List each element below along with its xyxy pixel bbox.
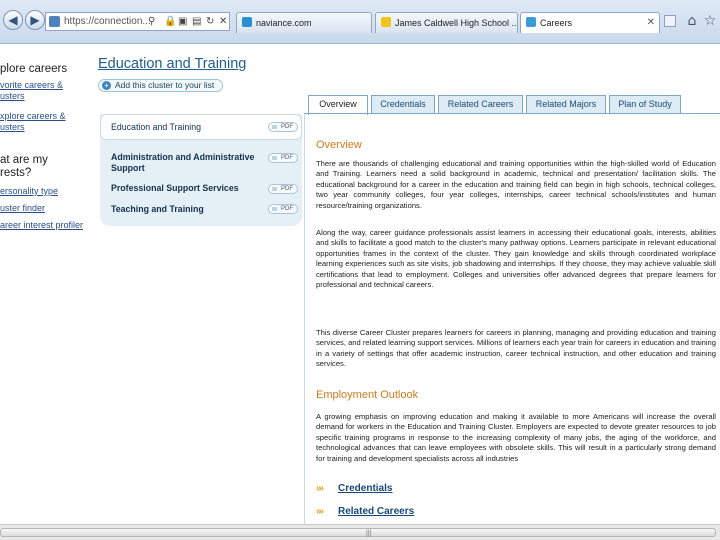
pathway-teaching-training[interactable]: Teaching and Training xyxy=(111,204,261,215)
search-icon[interactable]: ⚲ xyxy=(148,13,155,30)
explore-clusters-link[interactable]: xplore careers & usters xyxy=(0,111,66,133)
overview-paragraph-1: There are thousands of challenging educa… xyxy=(316,159,716,210)
add-cluster-button[interactable]: + Add this cluster to your list xyxy=(98,79,224,92)
naviance-favicon-icon xyxy=(242,17,252,27)
pathway-professional-support[interactable]: Professional Support Services xyxy=(111,183,261,194)
back-icon[interactable]: ◀ xyxy=(3,10,23,30)
browser-tab-school[interactable]: James Caldwell High School ... xyxy=(375,12,518,33)
lock-icon: 🔒 xyxy=(164,16,177,27)
browser-tab-label: Careers xyxy=(540,18,573,28)
favorites-star-icon[interactable]: ☆ xyxy=(702,13,718,29)
employment-outlook-paragraph: A growing emphasis on improving educatio… xyxy=(316,412,716,463)
address-text: https://connection... xyxy=(64,16,151,27)
overview-paragraph-2: Along the way, career guidance professio… xyxy=(316,228,716,290)
scrollbar-grip-icon: ||| xyxy=(366,530,372,537)
cluster-title: Education and Training xyxy=(98,56,247,72)
add-icon: + xyxy=(102,81,111,90)
browser-chrome: ◀ ▶ https://connection... ⚲ 🔒 ▣ ▤ ↻ ✕ na… xyxy=(0,0,720,44)
add-cluster-label: Add this cluster to your list xyxy=(115,80,215,90)
overview-heading: Overview xyxy=(316,139,362,151)
browser-tab-label: naviance.com xyxy=(256,18,312,28)
related-careers-link[interactable]: »» Related Careers xyxy=(316,506,414,518)
pdf-button[interactable]: PDF xyxy=(268,204,298,214)
interests-heading-line2: rests? xyxy=(0,167,32,179)
pdf-button[interactable]: PDF xyxy=(268,184,298,194)
related-careers-link-label: Related Careers xyxy=(338,506,415,517)
pathway-administration-support[interactable]: Administration and Administrative Suppor… xyxy=(111,152,261,174)
forward-icon[interactable]: ▶ xyxy=(25,10,45,30)
browser-tab-careers[interactable]: Careers ✕ xyxy=(520,12,660,33)
compatibility-icon[interactable]: ▤ xyxy=(192,13,201,30)
tab-overview[interactable]: Overview xyxy=(308,95,368,115)
page-icon xyxy=(49,16,60,27)
content-tab-bar: Overview Credentials Related Careers Rel… xyxy=(308,95,720,115)
tab-credentials[interactable]: Credentials xyxy=(371,95,435,114)
cluster-finder-link[interactable]: uster finder xyxy=(0,203,45,214)
tab-related-majors[interactable]: Related Majors xyxy=(526,95,606,114)
tab-related-careers[interactable]: Related Careers xyxy=(438,95,523,114)
credentials-link[interactable]: »» Credentials xyxy=(316,483,392,495)
refresh-icon[interactable]: ↻ xyxy=(206,13,214,30)
scrollbar-thumb[interactable]: ||| xyxy=(0,528,716,537)
career-interest-profiler-link[interactable]: areer interest profiler xyxy=(0,220,83,231)
pathway-education-training[interactable]: Education and Training xyxy=(111,122,261,133)
link-line: usters xyxy=(0,122,25,132)
link-line: xplore careers & xyxy=(0,111,66,121)
careers-favicon-icon xyxy=(526,17,536,27)
close-tab-icon[interactable]: ✕ xyxy=(647,13,655,33)
browser-tab-naviance[interactable]: naviance.com xyxy=(236,12,372,33)
address-bar[interactable]: https://connection... ⚲ 🔒 ▣ ▤ ↻ ✕ xyxy=(45,12,230,31)
certificate-icon[interactable]: ▣ xyxy=(178,13,187,30)
overview-paragraph-3: This diverse Career Cluster prepares lea… xyxy=(316,328,716,369)
employment-outlook-heading: Employment Outlook xyxy=(316,389,419,401)
school-favicon-icon xyxy=(381,17,391,27)
horizontal-scrollbar[interactable]: ||| xyxy=(0,524,720,540)
home-icon[interactable]: ⌂ xyxy=(684,13,700,29)
explore-careers-heading: plore careers xyxy=(0,63,68,75)
pathway-list: Education and Training PDF Administratio… xyxy=(100,114,302,226)
new-tab-icon[interactable] xyxy=(664,15,676,27)
pdf-button[interactable]: PDF xyxy=(268,122,298,132)
stop-icon[interactable]: ✕ xyxy=(219,13,227,30)
content-panel: Overview There are thousands of challeng… xyxy=(304,114,720,524)
tab-plan-of-study[interactable]: Plan of Study xyxy=(609,95,681,114)
interests-heading-line1: at are my xyxy=(0,154,48,166)
personality-type-link[interactable]: ersonality type xyxy=(0,186,58,197)
double-chevron-icon: »» xyxy=(316,483,324,494)
favorite-careers-link[interactable]: vorite careers & usters xyxy=(0,80,63,102)
browser-tab-label: James Caldwell High School ... xyxy=(395,18,518,28)
pdf-button[interactable]: PDF xyxy=(268,153,298,163)
link-line: vorite careers & xyxy=(0,80,64,90)
credentials-link-label: Credentials xyxy=(338,483,393,494)
double-chevron-icon: »» xyxy=(316,506,324,517)
link-line: usters xyxy=(0,91,25,101)
